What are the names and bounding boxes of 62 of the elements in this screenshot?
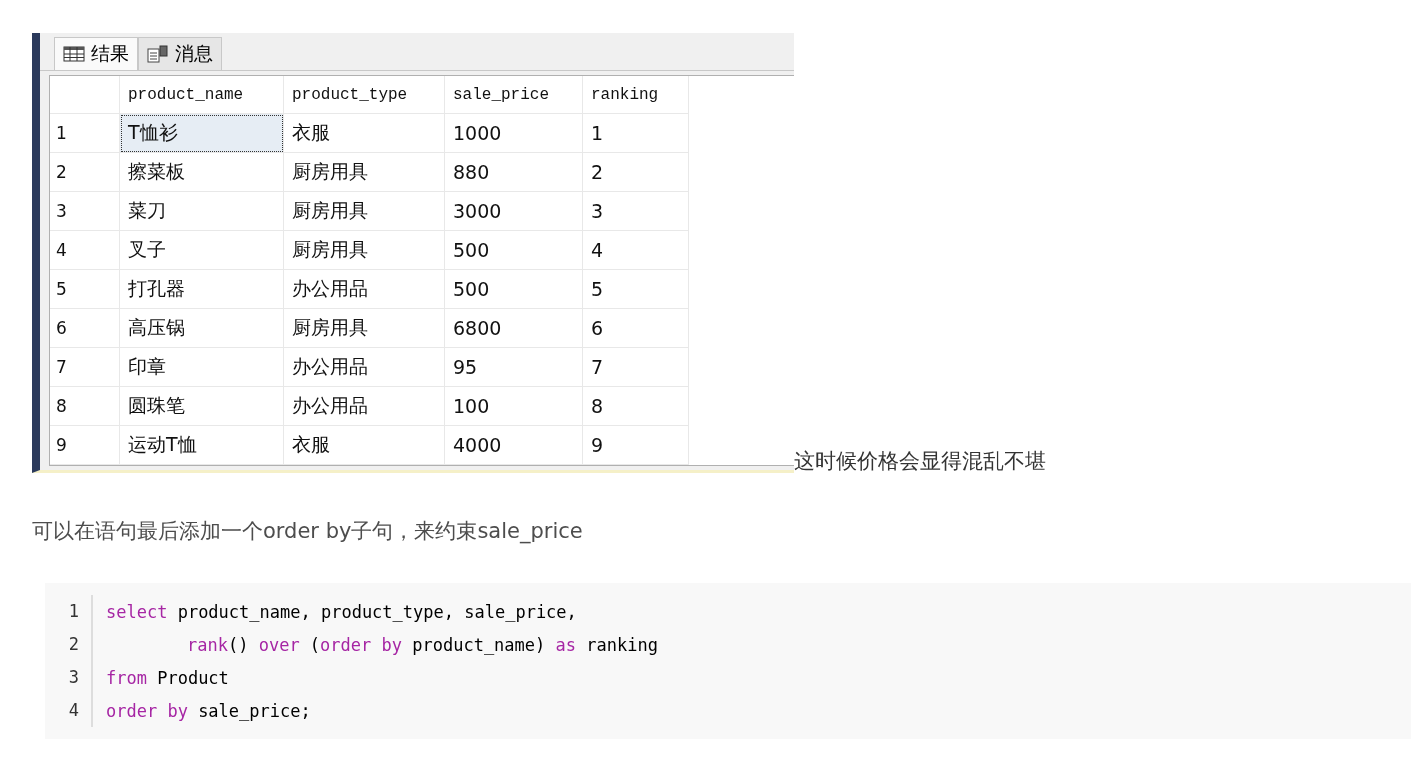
column-header: product_type <box>284 76 445 114</box>
row-number: 9 <box>50 426 120 465</box>
header-corner <box>50 76 120 114</box>
table-cell: 厨房用具 <box>284 153 445 192</box>
table-cell: 运动T恤 <box>120 426 284 465</box>
table-cell: 6800 <box>445 309 583 348</box>
row-number: 2 <box>50 153 120 192</box>
table-cell: 5 <box>583 270 689 309</box>
table-cell: 厨房用具 <box>284 192 445 231</box>
table-cell: 菜刀 <box>120 192 284 231</box>
table-cell: 100 <box>445 387 583 426</box>
table-cell: 4000 <box>445 426 583 465</box>
table-cell: 4 <box>583 231 689 270</box>
table-cell: 印章 <box>120 348 284 387</box>
code-line: rank() over (order by product_name) as ranking <box>186 634 658 655</box>
table-cell: T恤衫 <box>120 114 284 153</box>
table-cell: 叉子 <box>120 231 284 270</box>
table-cell: 衣服 <box>284 426 445 465</box>
table-cell: 打孔器 <box>120 270 284 309</box>
caption-text: 这时候价格会显得混乱不堪 <box>794 448 1046 475</box>
column-header: ranking <box>583 76 689 114</box>
table-cell: 圆珠笔 <box>120 387 284 426</box>
results-tab[interactable]: 消息 <box>138 37 222 70</box>
line-number: 4 <box>45 694 93 727</box>
code-line: select product_name, product_type, sale_price, <box>105 601 577 622</box>
table-cell: 6 <box>583 309 689 348</box>
table-cell: 7 <box>583 348 689 387</box>
row-number: 6 <box>50 309 120 348</box>
table-cell: 8 <box>583 387 689 426</box>
table-cell: 厨房用具 <box>284 309 445 348</box>
table-cell: 500 <box>445 270 583 309</box>
table-cell: 500 <box>445 231 583 270</box>
line-number: 1 <box>45 595 93 628</box>
row-number: 5 <box>50 270 120 309</box>
table-cell: 9 <box>583 426 689 465</box>
table-cell: 办公用品 <box>284 387 445 426</box>
table-cell: 厨房用具 <box>284 231 445 270</box>
table-cell: 高压锅 <box>120 309 284 348</box>
table-cell: 办公用品 <box>284 348 445 387</box>
grid-icon <box>63 46 85 62</box>
row-number: 3 <box>50 192 120 231</box>
line-number: 2 <box>45 628 93 661</box>
table-cell: 3000 <box>445 192 583 231</box>
row-number: 7 <box>50 348 120 387</box>
table-cell: 衣服 <box>284 114 445 153</box>
code-line: from Product <box>105 667 229 688</box>
line-number: 3 <box>45 661 93 694</box>
table-cell: 3 <box>583 192 689 231</box>
table-cell: 擦菜板 <box>120 153 284 192</box>
column-header: sale_price <box>445 76 583 114</box>
row-number: 4 <box>50 231 120 270</box>
row-number: 8 <box>50 387 120 426</box>
results-tab[interactable]: 结果 <box>54 37 138 70</box>
document-icon <box>147 45 169 63</box>
table-cell: 2 <box>583 153 689 192</box>
paragraph: 可以在语句最后添加一个order by子句，来约束sale_price <box>32 518 584 545</box>
table-cell: 办公用品 <box>284 270 445 309</box>
table-cell: 95 <box>445 348 583 387</box>
table-cell: 1 <box>583 114 689 153</box>
table-cell: 1000 <box>445 114 583 153</box>
code-line: order by sale_price; <box>105 700 311 721</box>
table-cell: 880 <box>445 153 583 192</box>
